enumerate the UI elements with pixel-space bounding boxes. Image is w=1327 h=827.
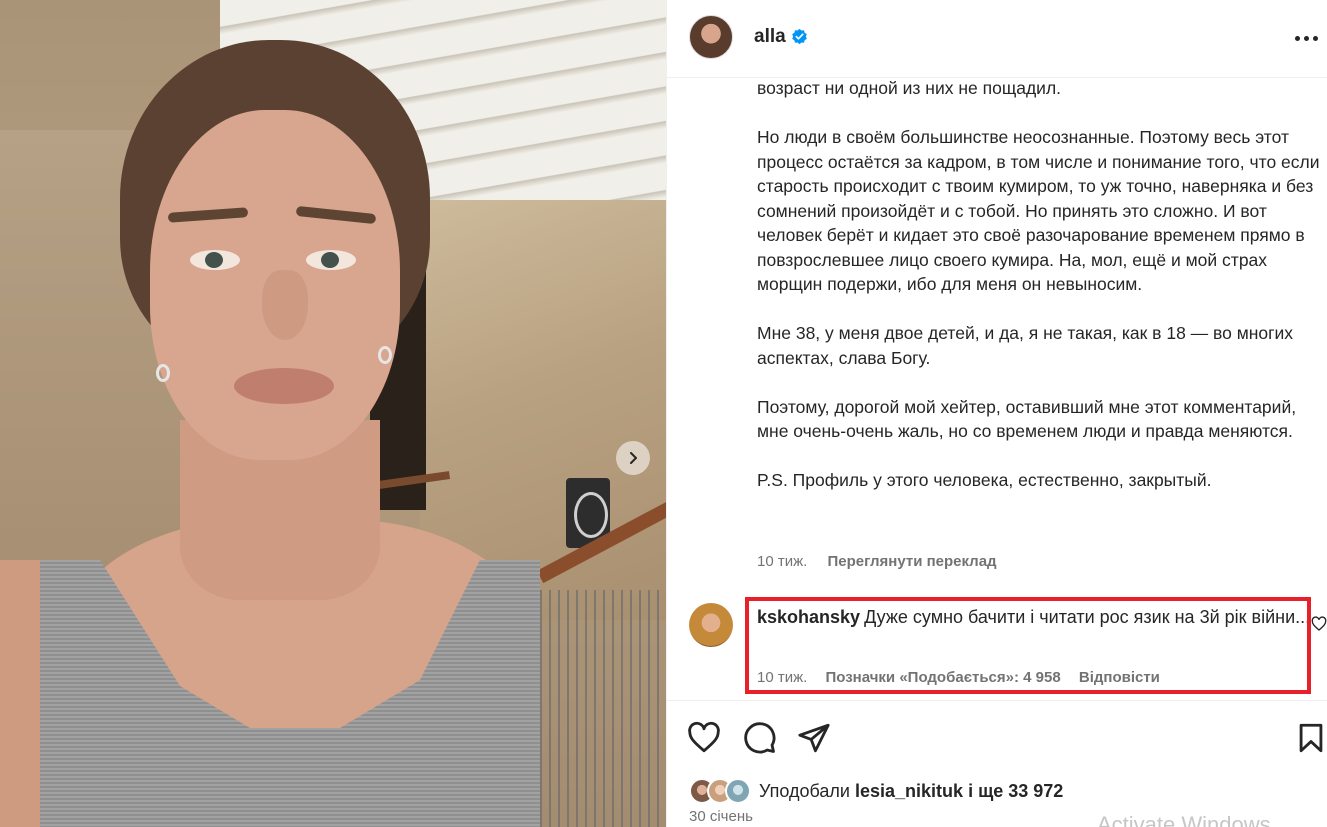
caption-paragraph: Поэтому, дорогой мой хейтер, оставивший … <box>757 396 1297 442</box>
comment-like-icon[interactable] <box>1311 616 1327 632</box>
bookmark-icon <box>1299 723 1323 753</box>
caption-paragraph: возраст ни одной из них не пощадил. <box>757 78 1062 98</box>
liker-avatar <box>725 778 751 804</box>
verified-badge-icon <box>792 28 807 45</box>
likes-user-link[interactable]: lesia_nikituk <box>855 781 963 801</box>
heart-icon <box>688 721 720 753</box>
post-header: alla <box>667 0 1327 78</box>
caption-time: 10 тиж. <box>757 553 808 570</box>
author-username[interactable]: alla <box>754 26 786 48</box>
post-panel: alla возраст ни одной из них не пощадил.… <box>666 0 1327 827</box>
caption-paragraph: Но люди в своём большинстве неосознанные… <box>757 127 1320 294</box>
post-date: 30 січень <box>689 808 753 825</box>
comment-icon <box>744 722 776 754</box>
comment-highlight-box <box>745 597 1311 694</box>
next-photo-button[interactable] <box>616 441 650 475</box>
like-button[interactable] <box>687 721 721 755</box>
likes-prefix: Уподобали <box>759 780 850 801</box>
caption-paragraph: P.S. Профиль у этого человека, естествен… <box>757 470 1212 490</box>
save-button[interactable] <box>1294 721 1327 755</box>
see-translation-link[interactable]: Переглянути переклад <box>827 553 996 570</box>
chevron-right-icon <box>630 452 637 464</box>
commenter-avatar[interactable] <box>689 603 733 647</box>
share-button[interactable] <box>797 721 831 755</box>
likes-text: Уподобали lesia_nikituk і ще 33 972 <box>759 781 1063 802</box>
caption-meta: 10 тиж. Переглянути переклад <box>757 553 997 570</box>
comment-button[interactable] <box>743 721 777 755</box>
post-actions-bar <box>667 700 1327 770</box>
post-caption: возраст ни одной из них не пощадил. Но л… <box>757 76 1327 517</box>
photo-person <box>0 0 560 827</box>
more-options-icon <box>1294 35 1300 41</box>
author-avatar[interactable] <box>689 15 733 59</box>
likes-summary: Уподобали lesia_nikituk і ще 33 972 <box>689 776 1063 806</box>
share-icon <box>798 723 830 753</box>
more-options-button[interactable] <box>1290 24 1322 52</box>
likes-count-link[interactable]: і ще 33 972 <box>968 781 1063 801</box>
caption-paragraph: Мне 38, у меня двое детей, и да, я не та… <box>757 323 1294 368</box>
windows-watermark: Activate Windows <box>1097 812 1271 827</box>
post-photo <box>0 0 666 827</box>
